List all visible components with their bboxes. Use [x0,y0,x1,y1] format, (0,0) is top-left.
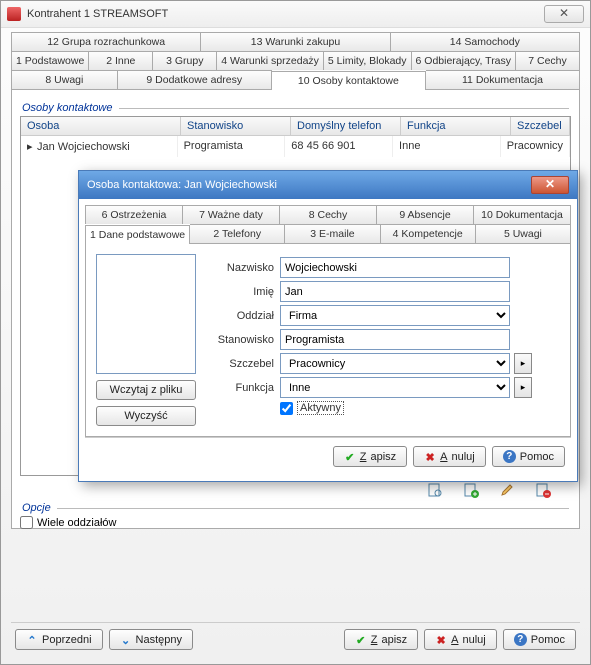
tab-grupa-rozrachunkowa[interactable]: 12 Grupa rozrachunkowa [11,32,201,51]
tab-odbierajacy-trasy[interactable]: 6 Odbierający, Trasy [412,51,517,70]
col-szczebel[interactable]: Szczebel [511,117,570,136]
dtab-ostrzezenia[interactable]: 6 Ostrzeżenia [85,205,183,224]
select-oddzial[interactable]: Firma [280,305,510,326]
question-icon: ? [503,450,516,463]
dialog-titlebar: Osoba kontaktowa: Jan Wojciechowski ✕ [79,171,577,199]
tab-warunki-sprzedazy[interactable]: 4 Warunki sprzedaży [217,51,324,70]
label-szczebel: Szczebel [210,358,280,370]
tab-inne[interactable]: 2 Inne [89,51,153,70]
input-stanowisko[interactable] [280,329,510,350]
select-funkcja[interactable]: Inne [280,377,510,398]
dtab-kompetencje[interactable]: 4 Kompetencje [381,224,476,243]
add-icon[interactable] [463,482,479,498]
x-icon: ✖ [424,451,436,463]
dtab-absencje[interactable]: 9 Absencje [377,205,474,224]
close-button[interactable]: ✕ [544,5,584,23]
view-icon[interactable] [427,482,443,498]
grid-header: Osoba Stanowisko Domyślny telefon Funkcj… [21,117,570,136]
label-oddzial: Oddział [210,310,280,322]
dialog-help-button[interactable]: ?Pomoc [492,446,565,467]
tabs-row-2: 1 Podstawowe 2 Inne 3 Grupy 4 Warunki sp… [11,51,580,70]
tabs-row-3: 8 Uwagi 9 Dodatkowe adresy 10 Osoby kont… [11,70,580,89]
checkbox-aktywny[interactable]: Aktywny [280,401,350,415]
input-imie[interactable] [280,281,510,302]
dialog-save-button[interactable]: ✔Zapisz [333,446,407,467]
clear-photo-button[interactable]: Wyczyść [96,406,196,426]
label-funkcja: Funkcja [210,382,280,394]
dtab-dane-podstawowe[interactable]: 1 Dane podstawowe [85,225,190,244]
tab-limity-blokady[interactable]: 5 Limity, Blokady [324,51,412,70]
select-szczebel[interactable]: Pracownicy [280,353,510,374]
next-button[interactable]: ⌄Następny [109,629,193,650]
titlebar: Kontrahent 1 STREAMSOFT ✕ [1,1,590,28]
tabs-row-1: 12 Grupa rozrachunkowa 13 Warunki zakupu… [11,32,580,51]
dialog-close-button[interactable]: ✕ [531,176,569,194]
tab-osoby-kontaktowe[interactable]: 10 Osoby kontaktowe [272,71,426,90]
tab-uwagi[interactable]: 8 Uwagi [11,70,118,89]
x-icon: ✖ [435,634,447,646]
app-icon [7,7,21,21]
col-telefon[interactable]: Domyślny telefon [291,117,401,136]
dialog-tabs-row-2: 1 Dane podstawowe 2 Telefony 3 E-maile 4… [85,224,571,243]
dialog-footer: ✔Zapisz ✖Anuluj ?Pomoc [85,437,571,475]
edit-icon[interactable] [499,482,515,498]
contact-dialog: Osoba kontaktowa: Jan Wojciechowski ✕ 6 … [78,170,578,482]
dtab-telefony[interactable]: 2 Telefony [190,224,285,243]
checkbox-wiele-oddzialow[interactable]: Wiele oddziałów [20,516,571,529]
label-stanowisko: Stanowisko [210,334,280,346]
funkcja-lookup-button[interactable]: ▸ [514,377,532,398]
checkbox-aktywny-input[interactable] [280,402,293,415]
group-opcje: Opcje [20,498,571,516]
input-nazwisko[interactable] [280,257,510,278]
cancel-button[interactable]: ✖Anuluj [424,629,497,650]
tab-grupy[interactable]: 3 Grupy [153,51,217,70]
check-icon: ✔ [355,634,367,646]
check-icon: ✔ [344,451,356,463]
label-imie: Imię [210,286,280,298]
save-button[interactable]: ✔ZZapiszapisz [344,629,418,650]
label-nazwisko: Nazwisko [210,262,280,274]
chevron-down-icon: ⌄ [120,634,132,646]
tab-cechy[interactable]: 7 Cechy [516,51,580,70]
dialog-cancel-button[interactable]: ✖Anuluj [413,446,486,467]
help-button[interactable]: ?Pomoc [503,629,576,650]
load-photo-button[interactable]: Wczytaj z pliku [96,380,196,400]
dtab-uwagi[interactable]: 5 Uwagi [476,224,571,243]
chevron-up-icon: ⌃ [26,634,38,646]
dialog-tabs-row-1: 6 Ostrzeżenia 7 Ważne daty 8 Cechy 9 Abs… [85,205,571,224]
group-osoby-kontaktowe: Osoby kontaktowe [20,98,571,116]
delete-icon[interactable] [535,482,551,498]
table-row[interactable]: ▸Jan Wojciechowski Programista 68 45 66 … [21,136,570,157]
prev-button[interactable]: ⌃Poprzedni [15,629,103,650]
photo-box [96,254,196,374]
tab-dodatkowe-adresy[interactable]: 9 Dodatkowe adresy [118,70,272,89]
dtab-wazne-daty[interactable]: 7 Ważne daty [183,205,280,224]
row-marker-icon: ▸ [27,140,37,153]
tab-podstawowe[interactable]: 1 Podstawowe [11,51,89,70]
dtab-emaile[interactable]: 3 E-maile [285,224,380,243]
col-stanowisko[interactable]: Stanowisko [181,117,291,136]
dtab-dokumentacja[interactable]: 10 Dokumentacja [474,205,571,224]
col-osoba[interactable]: Osoba [21,117,181,136]
checkbox-wiele-oddzialow-input[interactable] [20,516,33,529]
szczebel-lookup-button[interactable]: ▸ [514,353,532,374]
tab-dokumentacja[interactable]: 11 Dokumentacja [426,70,580,89]
main-footer: ⌃Poprzedni ⌄Następny ✔ZZapiszapisz ✖Anul… [11,622,580,654]
dtab-cechy[interactable]: 8 Cechy [280,205,377,224]
window-title: Kontrahent 1 STREAMSOFT [27,8,168,20]
tab-samochody[interactable]: 14 Samochody [391,32,580,51]
question-icon: ? [514,633,527,646]
tab-warunki-zakupu[interactable]: 13 Warunki zakupu [201,32,390,51]
col-funkcja[interactable]: Funkcja [401,117,511,136]
dialog-title: Osoba kontaktowa: Jan Wojciechowski [87,179,277,191]
